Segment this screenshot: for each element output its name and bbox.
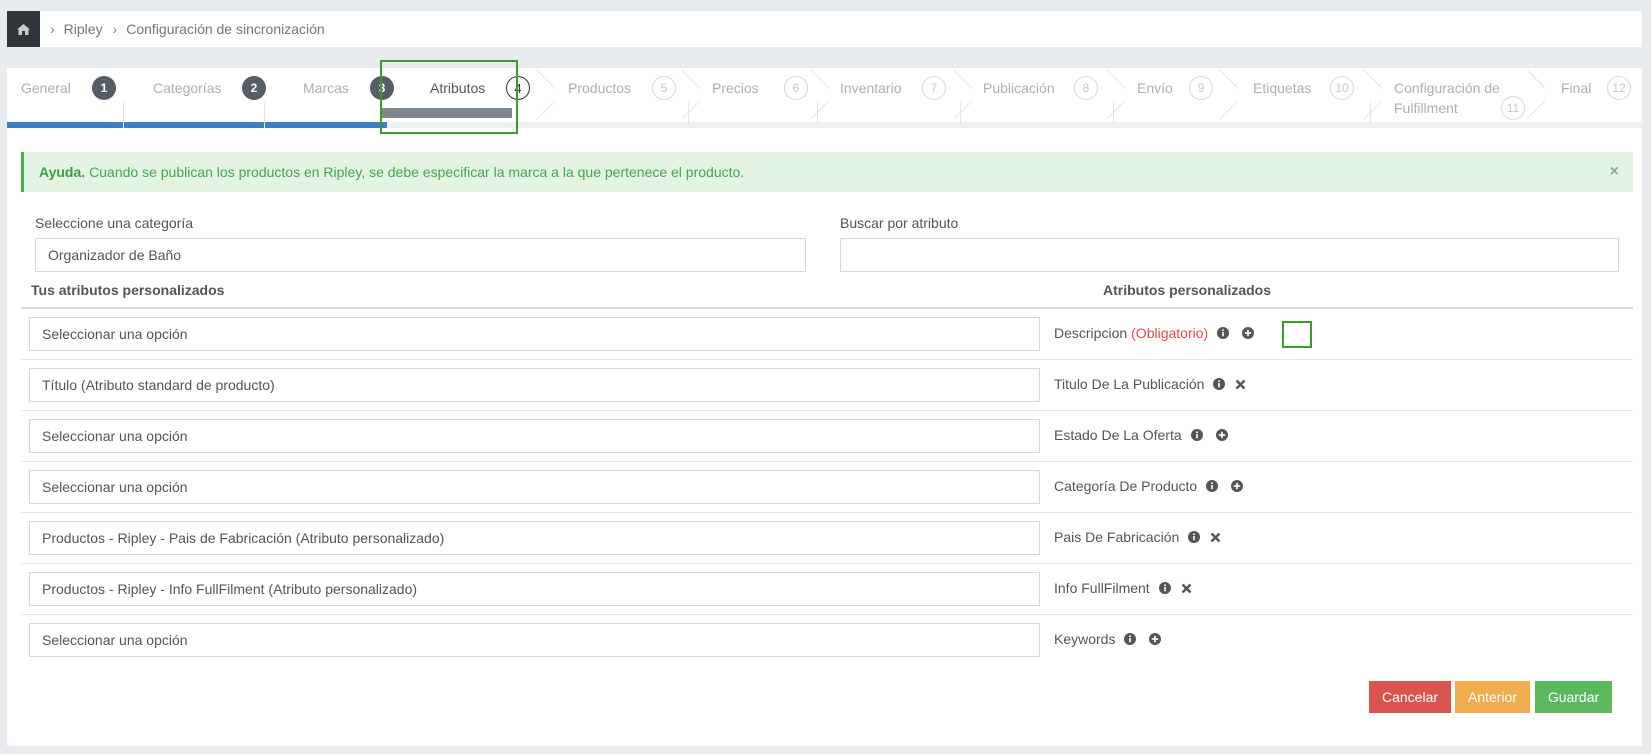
step-number: 9 — [1189, 76, 1213, 100]
attribute-label: Pais De Fabricación — [1054, 529, 1180, 545]
attribute-select[interactable]: Productos - Ripley - Info FullFilment (A… — [29, 572, 1040, 606]
table-row: Seleccionar una opción Keywords — [21, 615, 1633, 666]
info-icon[interactable] — [1213, 378, 1226, 390]
add-icon-highlight — [1282, 321, 1312, 348]
alert-text: Cuando se publican los productos en Ripl… — [89, 164, 745, 180]
attribute-name: Estado De La Oferta — [1054, 427, 1228, 443]
step-label-line2: Fulfillment — [1394, 100, 1458, 116]
wizard-steps: General 1 Categorías 2 Marcas 3 Atributo… — [7, 68, 1642, 128]
alert-title: Ayuda. — [39, 164, 86, 180]
attribute-label: Estado De La Oferta — [1054, 427, 1182, 443]
breadcrumb-ripley[interactable]: Ripley — [64, 21, 103, 37]
attribute-name: Keywords — [1054, 631, 1162, 647]
step-label: Categorías — [153, 80, 222, 96]
step-label: Final — [1561, 80, 1592, 96]
attribute-name: Descripcion (Obligatorio) — [1054, 325, 1255, 341]
info-icon[interactable] — [1188, 531, 1201, 543]
search-attribute-input[interactable] — [840, 238, 1619, 272]
remove-icon[interactable] — [1210, 532, 1221, 543]
right-column-header: Atributos personalizados — [1103, 282, 1272, 298]
step-label: Inventario — [840, 80, 902, 96]
table-row: Productos - Ripley - Pais de Fabricación… — [21, 513, 1633, 564]
required-label: (Obligatorio) — [1131, 325, 1209, 341]
add-circle-icon[interactable] — [1149, 633, 1162, 645]
step-label: Precios — [712, 80, 759, 96]
step-number: 5 — [652, 76, 676, 100]
attribute-select[interactable]: Título (Atributo standard de producto) — [29, 368, 1040, 402]
step-label: Publicación — [983, 80, 1055, 96]
attribute-select[interactable]: Seleccionar una opción — [29, 623, 1040, 657]
table-row: Título (Atributo standard de producto) T… — [21, 360, 1633, 411]
attribute-select[interactable]: Seleccionar una opción — [29, 470, 1040, 504]
active-step-highlight — [380, 60, 518, 134]
step-label: Etiquetas — [1253, 80, 1312, 96]
breadcrumb-current: Configuración de sincronización — [126, 21, 325, 37]
step-number: 11 — [1501, 96, 1525, 120]
help-alert: Ayuda. Cuando se publican los productos … — [21, 152, 1633, 192]
attribute-name: Titulo De La Publicación — [1054, 376, 1246, 392]
step-label: Envío — [1137, 80, 1173, 96]
add-circle-icon[interactable] — [1242, 327, 1255, 339]
breadcrumb-separator-icon: › — [50, 21, 55, 37]
step-number: 6 — [784, 76, 808, 100]
breadcrumb-separator-icon: › — [112, 21, 118, 37]
info-icon[interactable] — [1190, 429, 1203, 441]
home-icon — [17, 23, 30, 35]
remove-icon[interactable] — [1235, 379, 1246, 390]
search-label: Buscar por atributo — [840, 215, 959, 231]
remove-icon[interactable] — [1181, 583, 1192, 594]
left-column-header: Tus atributos personalizados — [31, 282, 225, 298]
step-number: 1 — [92, 76, 116, 100]
step-label: General — [21, 80, 71, 96]
step-label: Configuración de — [1394, 80, 1500, 96]
add-circle-icon[interactable] — [1231, 480, 1244, 492]
progress-segment — [7, 122, 123, 128]
attribute-name: Pais De Fabricación — [1054, 529, 1221, 545]
step-number: 8 — [1074, 76, 1098, 100]
attribute-label: Info FullFilment — [1054, 580, 1150, 596]
attribute-name: Info FullFilment — [1054, 580, 1192, 596]
step-number: 2 — [242, 76, 266, 100]
info-icon[interactable] — [1158, 582, 1171, 594]
attribute-label: Categoría De Producto — [1054, 478, 1198, 494]
previous-button[interactable]: Anterior — [1455, 681, 1530, 713]
info-icon[interactable] — [1124, 633, 1137, 645]
attribute-label: Descripcion — [1054, 325, 1128, 341]
step-number: 12 — [1607, 76, 1631, 100]
cancel-button[interactable]: Cancelar — [1369, 681, 1451, 713]
step-number: 10 — [1330, 76, 1354, 100]
close-icon[interactable]: × — [1610, 163, 1619, 181]
add-circle-icon[interactable] — [1215, 429, 1228, 441]
progress-segment — [124, 122, 264, 128]
step-label: Productos — [568, 80, 632, 96]
attribute-select[interactable]: Seleccionar una opción — [29, 317, 1040, 351]
progress-segment — [265, 122, 387, 128]
attribute-label: Keywords — [1054, 631, 1116, 647]
info-icon[interactable] — [1217, 327, 1230, 339]
attribute-select[interactable]: Seleccionar una opción — [29, 419, 1040, 453]
category-select[interactable]: Organizador de Baño — [35, 238, 806, 272]
attribute-name: Categoría De Producto — [1054, 478, 1244, 494]
category-label: Seleccione una categoría — [35, 215, 193, 231]
save-button[interactable]: Guardar — [1535, 681, 1612, 713]
step-label: Marcas — [303, 80, 349, 96]
table-row: Seleccionar una opción Descripcion (Obli… — [21, 309, 1633, 360]
home-button[interactable] — [7, 11, 40, 47]
attribute-label: Titulo De La Publicación — [1054, 376, 1205, 392]
breadcrumb: › Ripley › Configuración de sincronizaci… — [7, 11, 1642, 47]
table-row: Seleccionar una opción Estado De La Ofer… — [21, 411, 1633, 462]
table-row: Seleccionar una opción Categoría De Prod… — [21, 462, 1633, 513]
sync-config-panel: General 1 Categorías 2 Marcas 3 Atributo… — [7, 60, 1642, 746]
table-row: Productos - Ripley - Info FullFilment (A… — [21, 564, 1633, 615]
attribute-select[interactable]: Productos - Ripley - Pais de Fabricación… — [29, 521, 1040, 555]
step-number: 7 — [922, 76, 946, 100]
info-icon[interactable] — [1206, 480, 1219, 492]
